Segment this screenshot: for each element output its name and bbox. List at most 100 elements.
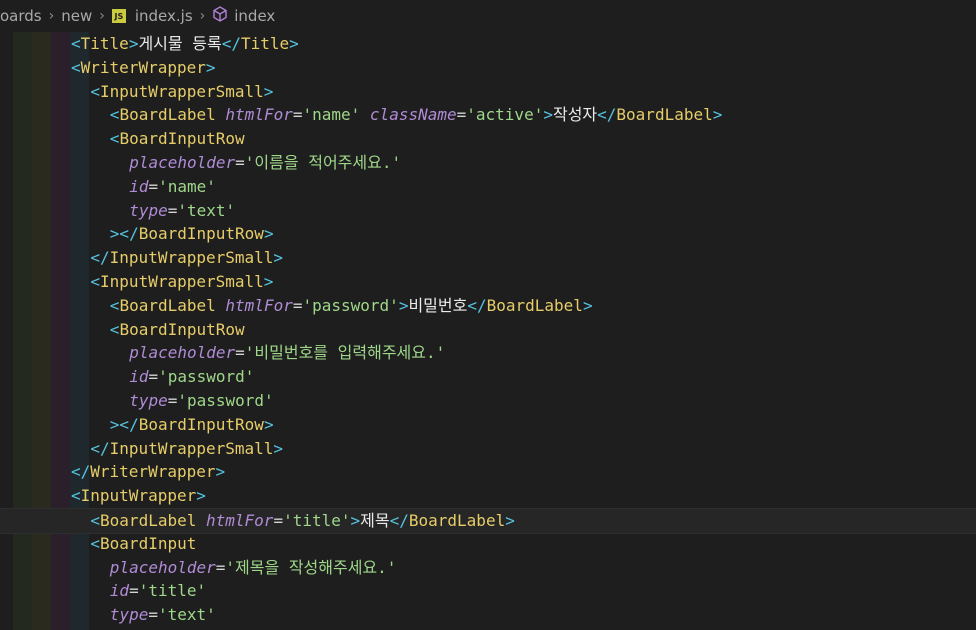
code-line[interactable]: <BoardLabel htmlFor='title'>제목</BoardLab… <box>0 508 976 534</box>
code-line[interactable]: type='password' <box>0 389 274 413</box>
code-token: > <box>289 34 299 53</box>
code-editor[interactable]: <Title>게시물 등록</Title> <WriterWrapper> <Inp… <box>0 32 976 630</box>
code-token: WriterWrapper <box>80 57 206 77</box>
code-token: htmlFor <box>225 105 293 125</box>
code-token: InputWrapperSmall <box>109 438 274 458</box>
breadcrumb-item-symbol[interactable]: index <box>234 7 275 25</box>
code-token: </ <box>90 438 110 458</box>
code-line[interactable]: <BoardInputRow <box>0 318 245 342</box>
code-token: < <box>90 533 101 553</box>
code-token: placeholder <box>129 343 236 363</box>
code-token: BoardInputRow <box>138 414 264 434</box>
code-token: > <box>128 34 139 53</box>
code-token: > <box>196 486 206 506</box>
code-line[interactable]: </WriterWrapper> <box>0 460 225 484</box>
code-token: BoardInputRow <box>119 319 245 339</box>
code-token: = <box>167 391 178 410</box>
code-line[interactable]: <BoardInput <box>0 532 196 556</box>
code-token: htmlFor <box>225 295 293 315</box>
code-token: < <box>109 129 120 149</box>
code-line[interactable]: placeholder='이름을 적어주세요.' <box>0 151 401 175</box>
code-token: InputWrapper <box>80 486 197 506</box>
code-token: placeholder <box>129 153 236 172</box>
code-line[interactable]: placeholder='제목을 작성해주세요.' <box>0 556 397 580</box>
code-token: < <box>71 34 81 53</box>
code-token: = <box>129 581 139 601</box>
code-line[interactable]: type='text' <box>0 199 235 223</box>
code-token: 'active' <box>466 105 544 125</box>
code-token: </ <box>71 462 91 482</box>
code-token: = <box>273 511 284 530</box>
code-line[interactable]: type='text' <box>0 603 216 627</box>
code-token: BoardLabel <box>616 105 713 125</box>
code-token: = <box>235 153 245 172</box>
code-line[interactable]: <InputWrapper> <box>0 484 206 508</box>
code-token: > <box>215 462 226 482</box>
code-line[interactable]: <BoardLabel htmlFor='password'>비밀번호</Boa… <box>0 294 593 318</box>
code-line[interactable]: ></BoardInputRow> <box>0 413 274 437</box>
code-token: InputWrapperSmall <box>109 248 274 268</box>
code-token: 게시물 등록 <box>138 34 222 53</box>
code-token: WriterWrapper <box>90 462 216 482</box>
code-token: type <box>129 391 168 410</box>
code-token: < <box>90 272 101 291</box>
code-token: 'password' <box>177 391 274 410</box>
code-line[interactable]: <InputWrapperSmall> <box>0 80 273 104</box>
code-token: = <box>148 605 158 625</box>
code-token: ></ <box>109 224 139 244</box>
code-token: ></ <box>109 414 139 434</box>
code-token: > <box>263 272 274 291</box>
code-token: InputWrapperSmall <box>100 272 264 291</box>
code-token: Title <box>80 34 129 53</box>
breadcrumb-item-new[interactable]: new <box>61 7 92 25</box>
code-line[interactable]: </InputWrapperSmall> <box>0 246 283 270</box>
code-token: id <box>129 367 149 387</box>
code-token: BoardInput <box>100 533 197 553</box>
code-token: > <box>273 248 284 268</box>
code-token: 작성자 <box>552 105 598 125</box>
code-token: id <box>129 176 149 196</box>
code-token: > <box>543 105 553 125</box>
code-token: > <box>505 511 515 530</box>
code-token: '이름을 적어주세요.' <box>244 153 402 172</box>
code-token: 'text' <box>157 605 216 625</box>
code-token: 'name' <box>158 176 216 196</box>
chevron-right-icon: › <box>48 8 55 24</box>
code-token: Title <box>240 34 290 53</box>
code-token: 'text' <box>177 200 236 220</box>
code-token: < <box>90 511 101 530</box>
breadcrumb-item-boards[interactable]: oards <box>0 7 42 25</box>
code-token: = <box>148 367 159 387</box>
code-line[interactable]: id='password' <box>0 365 254 389</box>
code-line[interactable]: </InputWrapperSmall> <box>0 437 283 461</box>
code-line[interactable]: placeholder='비밀번호를 입력해주세요.' <box>0 341 445 365</box>
code-token: type <box>129 200 168 220</box>
code-token: '비밀번호를 입력해주세요.' <box>244 343 446 363</box>
code-line[interactable]: <BoardLabel htmlFor='name' className='ac… <box>0 103 723 127</box>
code-line[interactable]: <Title>게시물 등록</Title> <box>0 32 299 56</box>
chevron-right-icon: › <box>99 8 105 24</box>
breadcrumb: oards › new › JS index.js › index <box>0 0 976 32</box>
code-token: BoardLabel <box>486 295 583 315</box>
code-token: BoardLabel <box>119 105 216 125</box>
breadcrumb-item-file[interactable]: index.js <box>135 7 193 25</box>
code-line[interactable]: id='title' <box>0 579 206 603</box>
code-token: BoardInputRow <box>138 224 264 244</box>
code-line[interactable]: ></BoardInputRow> <box>0 222 274 246</box>
code-line[interactable]: <WriterWrapper> <box>0 56 216 80</box>
code-line[interactable]: <InputWrapperSmall> <box>0 270 273 294</box>
code-token: BoardLabel <box>408 511 506 530</box>
code-token: = <box>148 176 159 196</box>
code-line[interactable]: id='name' <box>0 175 216 199</box>
code-token: BoardInputRow <box>119 129 245 149</box>
code-line[interactable]: <BoardInputRow <box>0 127 245 151</box>
code-token: < <box>71 486 81 506</box>
code-token: > <box>350 511 361 530</box>
code-token: > <box>582 295 593 315</box>
code-token: < <box>90 81 101 101</box>
code-token: > <box>273 438 284 458</box>
